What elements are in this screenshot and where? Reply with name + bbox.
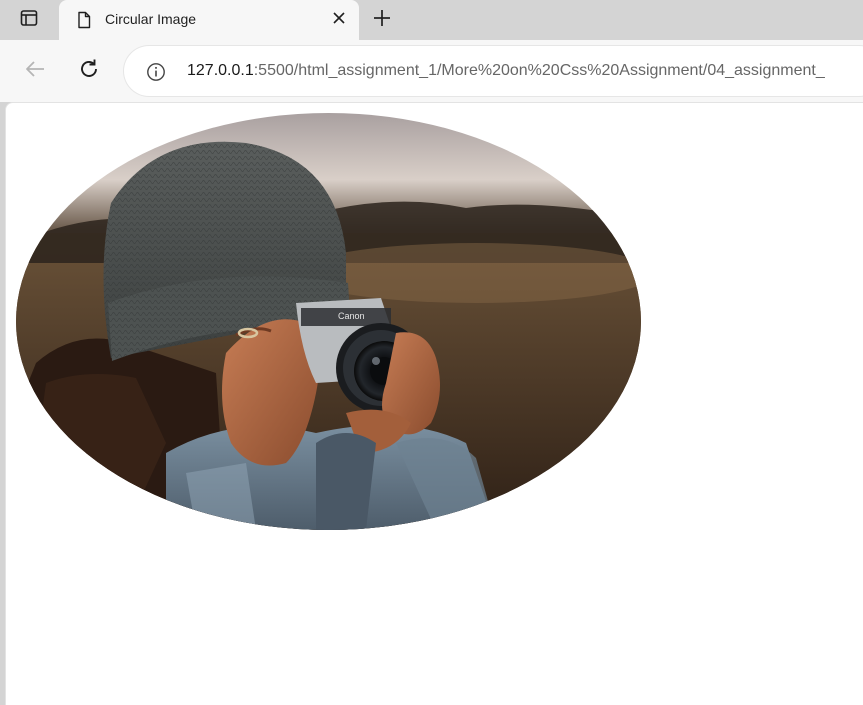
tab-title: Circular Image [105,11,197,27]
browser-window: Circular Image 127.0.0.1:5500/html_assig… [0,0,863,705]
tab-actions-icon [20,9,38,32]
browser-toolbar: 127.0.0.1:5500/html_assignment_1/More%20… [0,40,863,102]
circular-image: Canon [16,113,641,530]
plus-icon [372,8,392,33]
reload-button[interactable] [72,54,106,88]
url-path: :5500/html_assignment_1/More%20on%20Css%… [253,62,825,79]
reload-icon [77,57,101,86]
new-tab-button[interactable] [368,6,396,34]
tab-actions-button[interactable] [9,4,49,36]
tab-circular-image[interactable]: Circular Image [59,0,359,40]
photo-illustration: Canon [16,113,641,530]
info-icon[interactable] [144,60,168,84]
page-viewport: Canon [5,102,863,705]
address-bar[interactable]: 127.0.0.1:5500/html_assignment_1/More%20… [124,46,863,96]
tab-close-button[interactable] [329,10,349,30]
close-icon [332,11,346,30]
url-host: 127.0.0.1 [187,62,254,79]
tab-strip: Circular Image [0,0,863,40]
url-text[interactable]: 127.0.0.1:5500/html_assignment_1/More%20… [187,62,825,80]
camera-brand-label: Canon [338,311,365,321]
document-icon [75,11,93,29]
arrow-left-icon [23,57,47,86]
back-button[interactable] [18,54,52,88]
